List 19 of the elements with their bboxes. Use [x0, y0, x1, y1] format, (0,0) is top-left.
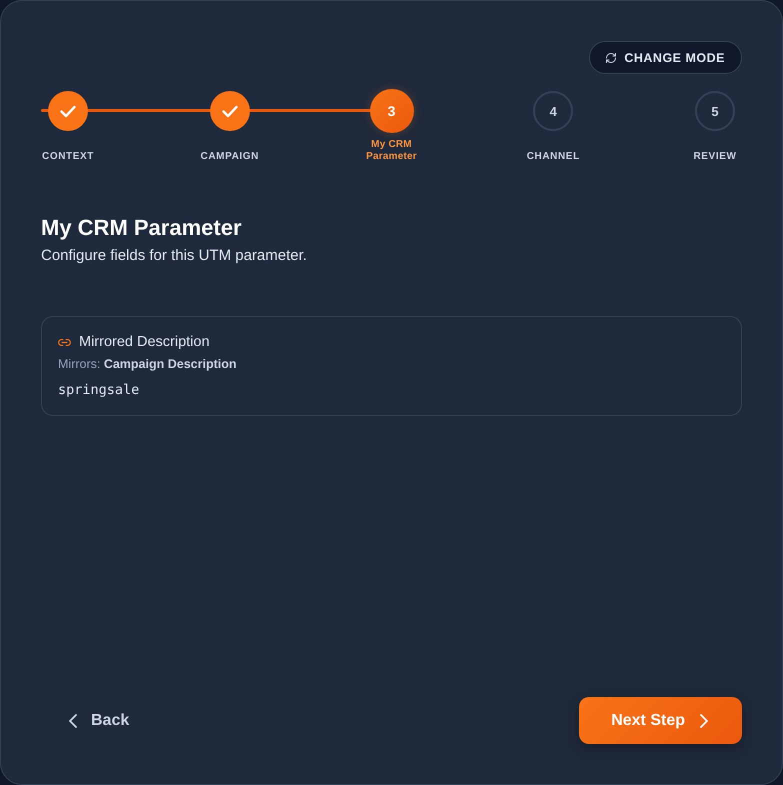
- link-icon: [58, 338, 71, 346]
- field-value: springsale: [58, 381, 140, 400]
- field-label: Mirrored Description: [79, 333, 210, 352]
- step-number: 4: [533, 91, 574, 131]
- step-label: My CRM Parameter: [365, 139, 418, 163]
- refresh-icon: [606, 52, 616, 62]
- chevron-left-icon: [69, 714, 77, 728]
- step-label: REVIEW: [693, 151, 737, 163]
- page-title: My CRM Parameter: [41, 214, 243, 242]
- change-mode-button[interactable]: CHANGE MODE: [589, 41, 742, 74]
- step-label: CAMPAIGN: [200, 151, 260, 163]
- mirror-source-text: Mirrors: Campaign Description: [58, 356, 238, 373]
- chevron-right-icon: [700, 714, 708, 728]
- step-number: 5: [695, 91, 735, 131]
- step-label: CONTEXT: [42, 151, 94, 163]
- step-label: CHANNEL: [526, 151, 580, 163]
- page-subtitle: Configure fields for this UTM parameter.: [41, 246, 308, 266]
- back-button[interactable]: Back: [57, 700, 142, 740]
- step-number: 3: [370, 89, 414, 133]
